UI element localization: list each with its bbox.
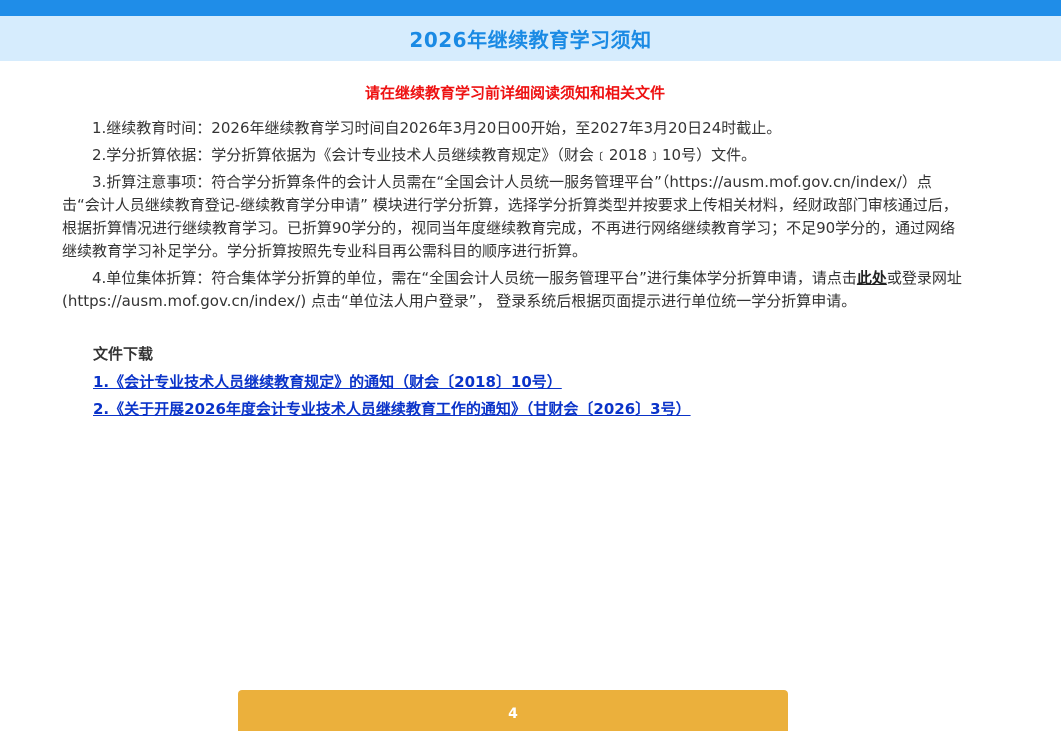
notice-item-unit-conversion: 4.单位集体折算：符合集体学分折算的单位，需在“全国会计人员统一服务管理平台”进… <box>62 267 968 313</box>
top-accent-strip <box>0 0 1061 16</box>
notice-item-basis: 2.学分折算依据：学分折算依据为《会计专业技术人员继续教育规定》（财会﹝2018… <box>92 146 757 164</box>
notice-item-time: 1.继续教育时间：2026年继续教育学习时间自2026年3月20日00开始，至2… <box>92 119 782 137</box>
title-bar: 2026年继续教育学习须知 <box>0 16 1061 61</box>
download-link-regulation[interactable]: 1.《会计专业技术人员继续教育规定》的通知（财会〔2018〕10号） <box>93 372 968 392</box>
unit-conversion-text-before: 4.单位集体折算：符合集体学分折算的单位，需在“全国会计人员统一服务管理平台”进… <box>92 269 857 287</box>
file-downloads-section: 文件下载 1.《会计专业技术人员继续教育规定》的通知（财会〔2018〕10号） … <box>62 343 968 419</box>
notice-item-precautions: 3.折算注意事项：符合学分折算条件的会计人员需在“全国会计人员统一服务管理平台”… <box>62 173 958 260</box>
downloads-title: 文件下载 <box>93 345 154 363</box>
notice-content: 请在继续教育学习前详细阅读须知和相关文件 1.继续教育时间：2026年继续教育学… <box>62 76 968 426</box>
page-title: 2026年继续教育学习须知 <box>409 28 652 52</box>
warning-text: 请在继续教育学习前详细阅读须知和相关文件 <box>364 84 665 102</box>
countdown-confirm-button[interactable]: 4 <box>238 690 788 731</box>
download-link-notice-2026[interactable]: 2.《关于开展2026年度会计专业技术人员继续教育工作的通知》（甘财会〔2026… <box>93 399 968 419</box>
click-here-link[interactable]: 此处 <box>857 269 887 287</box>
